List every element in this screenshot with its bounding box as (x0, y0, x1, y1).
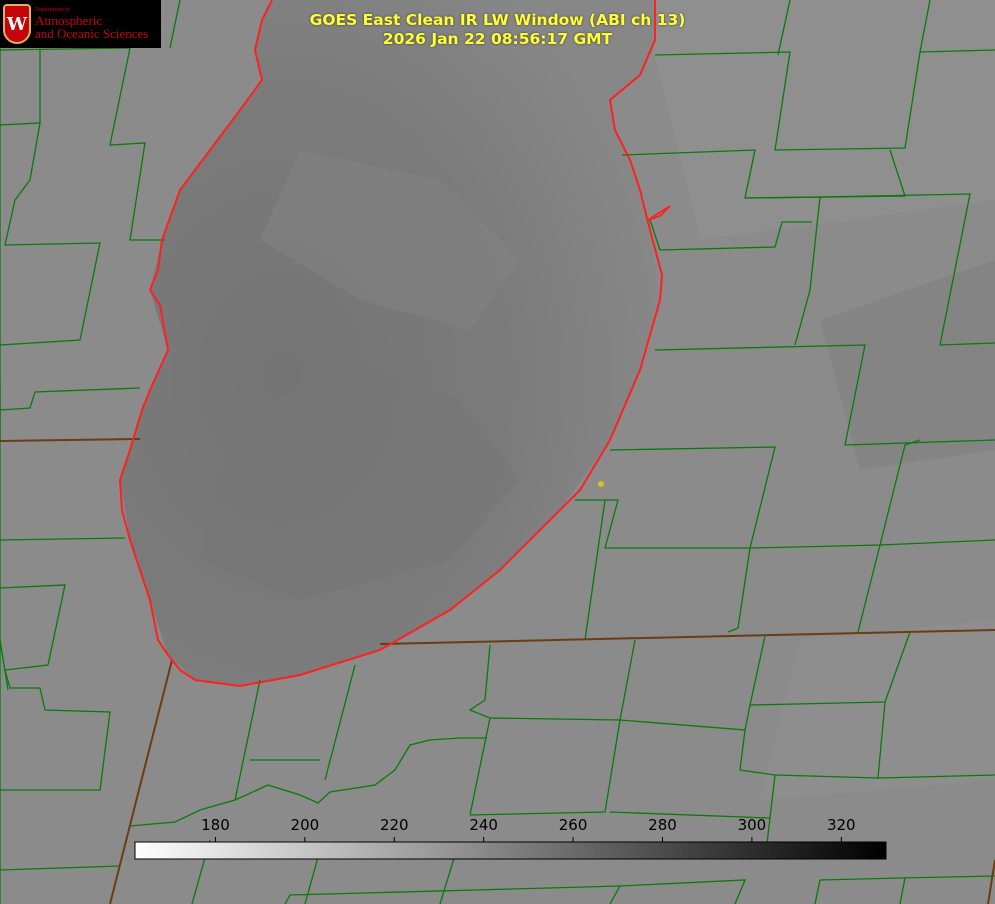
title-line2: 2026 Jan 22 08:56:17 GMT (382, 30, 613, 48)
colorbar-tick-label: 200 (291, 816, 320, 834)
location-marker (598, 481, 604, 487)
title-line1: GOES East Clean IR LW Window (ABI ch 13) (309, 11, 686, 29)
colorbar-tick-label: 280 (648, 816, 677, 834)
colorbar-tick-label: 260 (559, 816, 588, 834)
colorbar-tick-label: 240 (469, 816, 498, 834)
image-title: GOES East Clean IR LW Window (ABI ch 13)… (0, 11, 995, 49)
colorbar-tick-label: 180 (201, 816, 230, 834)
map-canvas: 180 200 220 240 260 280 300 320 (0, 0, 995, 904)
colorbar-tick-label: 320 (827, 816, 856, 834)
satellite-map: 180 200 220 240 260 280 300 320 W Department of… (0, 0, 995, 904)
colorbar-gradient (134, 841, 887, 860)
colorbar-tick-label: 300 (738, 816, 767, 834)
colorbar-tick-label: 220 (380, 816, 409, 834)
